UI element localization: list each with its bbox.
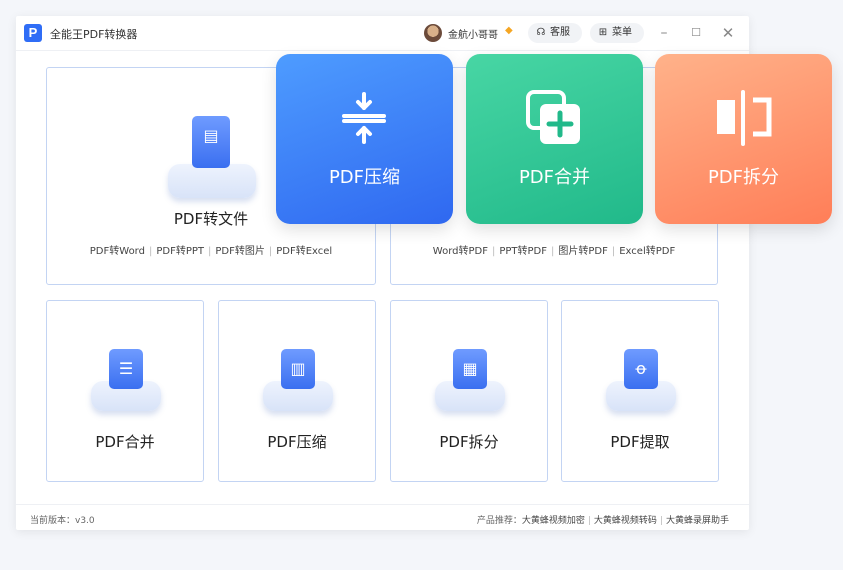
card-title: PDF提取 [610,433,670,451]
minimize-button[interactable]: – [654,23,674,43]
link-pdf-to-ppt[interactable]: PDF转PPT [156,246,204,257]
recommend-link[interactable]: 大黄蜂视频转码 [594,516,657,526]
help-button[interactable]: ☊ 客服 [528,23,582,43]
help-label: 客服 [550,27,570,38]
card-title: PDF压缩 [267,433,327,451]
link-pdf-to-excel[interactable]: PDF转Excel [276,246,332,257]
compress-icon [342,92,386,144]
app-logo: P [24,24,42,42]
pdf-split-card[interactable]: ▦ PDF拆分 [390,300,548,482]
version-label: 当前版本：v3.0 [30,516,95,526]
link-pdf-to-word[interactable]: PDF转Word [90,246,145,257]
pdf-merge-card[interactable]: ☰ PDF合并 [46,300,204,482]
books-icon: ▥ [290,359,306,378]
conversion-links: PDF转Word | PDF转PPT | PDF转图片 | PDF转Excel [89,246,333,257]
link-excel-to-pdf[interactable]: Excel转PDF [619,246,675,257]
recommend-link[interactable]: 大黄蜂录屏助手 [666,516,729,526]
float-card-label: PDF压缩 [328,167,401,188]
merge-icon [526,90,580,144]
card-title: PDF拆分 [439,433,499,451]
float-card-label: PDF合并 [518,167,591,188]
conversion-links: Word转PDF | PPT转PDF | 图片转PDF | Excel转PDF [432,246,676,257]
clipboard-list-icon: ☰ [118,359,134,378]
split-illustration: ▦ [435,349,505,413]
app-title: 全能王PDF转换器 [50,28,138,41]
maximize-button[interactable]: ☐ [686,23,706,43]
menu-button[interactable]: ⊞ 菜单 [590,23,644,43]
link-pdf-to-image[interactable]: PDF转图片 [215,246,264,257]
extract-illustration: ꝋ [606,349,676,413]
user-name[interactable]: 金航小哥哥 [448,26,498,41]
folder-icon: ▦ [462,359,478,378]
extract-icon: ꝋ [635,359,647,378]
float-card-pdf-merge[interactable]: PDF合并 [466,54,643,224]
float-card-pdf-compress[interactable]: PDF压缩 [276,54,453,224]
product-recommendations: 产品推荐：大黄蜂视频加密 | 大黄蜂视频转码 | 大黄蜂录屏助手 [476,516,729,526]
pdf-extract-card[interactable]: ꝋ PDF提取 [561,300,719,482]
float-card-pdf-split[interactable]: PDF拆分 [655,54,832,224]
merge-illustration: ☰ [91,349,161,413]
avatar[interactable] [424,24,442,42]
recommend-link[interactable]: 大黄蜂视频加密 [522,516,585,526]
recommend-prefix: 产品推荐： [476,516,522,526]
headset-icon: ☊ [536,27,546,38]
link-word-to-pdf[interactable]: Word转PDF [433,246,488,257]
diamond-icon: ◆ [505,25,513,36]
document-icon: ▤ [203,126,219,145]
grid-icon: ⊞ [598,27,608,38]
card-title: PDF合并 [95,433,155,451]
menu-label: 菜单 [612,27,632,38]
close-button[interactable]: ✕ [718,23,738,43]
status-bar: 当前版本：v3.0 产品推荐：大黄蜂视频加密 | 大黄蜂视频转码 | 大黄蜂录屏助手 [16,504,749,531]
pdf-compress-card[interactable]: ▥ PDF压缩 [218,300,376,482]
split-icon [717,90,772,146]
link-ppt-to-pdf[interactable]: PPT转PDF [499,246,547,257]
float-card-label: PDF拆分 [707,167,780,188]
title-bar: P 全能王PDF转换器 金航小哥哥 ◆ ☊ 客服 ⊞ 菜单 – ☐ ✕ [16,16,749,51]
pdf-document-illustration: ▤ [168,116,256,198]
link-image-to-pdf[interactable]: 图片转PDF [558,246,607,257]
compress-illustration: ▥ [263,349,333,413]
